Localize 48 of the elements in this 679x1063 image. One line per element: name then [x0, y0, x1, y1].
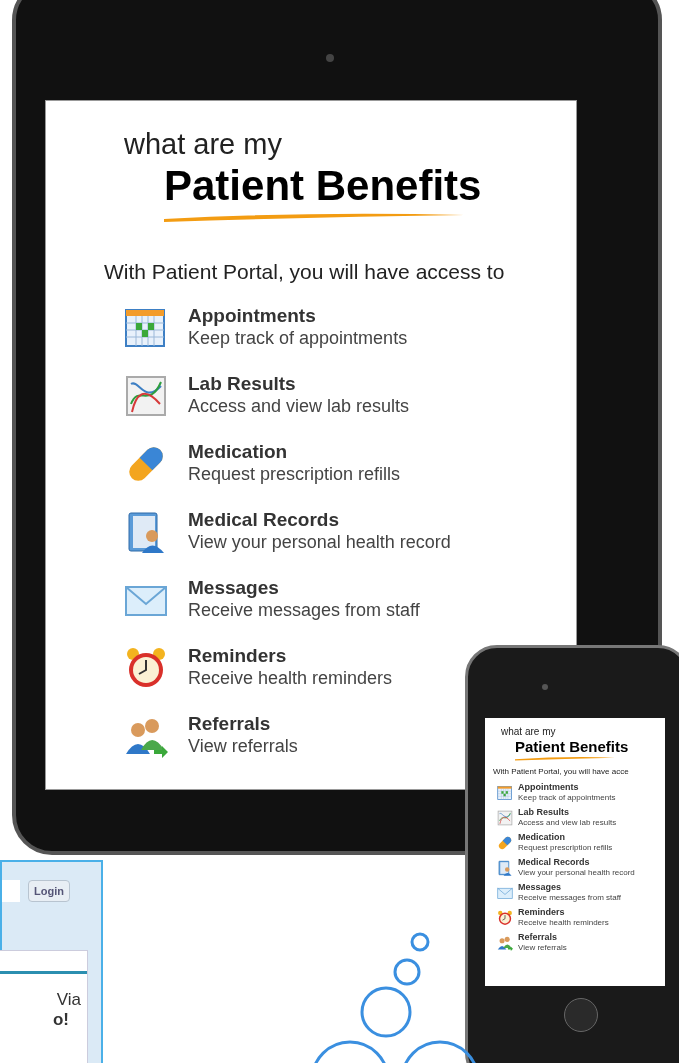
benefit-description: View your personal health record: [188, 531, 451, 554]
benefit-title: Medication: [188, 441, 289, 463]
benefit-title: Referrals: [188, 713, 272, 735]
intro-text: With Patient Portal, you will have acce: [493, 767, 630, 777]
page-title: Patient Benefits: [515, 738, 630, 756]
benefit-title: Medical Records: [518, 857, 591, 868]
two-people-icon: [497, 934, 513, 951]
benefit-title: Reminders: [518, 907, 566, 918]
benefit-title: Referrals: [518, 932, 559, 943]
benefit-title: Reminders: [188, 645, 288, 667]
benefit-title: Appointments: [518, 782, 580, 793]
benefit-description: Request prescription refills: [518, 843, 613, 853]
benefit-title: Lab Results: [518, 807, 570, 818]
heading-fragment: o!: [52, 1010, 69, 1030]
benefit-description: Receive messages from staff: [518, 893, 621, 903]
benefit-title: Messages: [518, 882, 563, 893]
benefit-description: Keep track of appointments: [188, 327, 408, 350]
benefit-description: Receive health reminders: [188, 667, 393, 690]
camera-icon: [542, 684, 548, 690]
kicker-text: what are my: [501, 726, 557, 738]
benefit-title: Lab Results: [188, 373, 297, 395]
benefit-title: Medical Records: [188, 509, 340, 531]
kicker-text: what are my: [124, 127, 283, 161]
benefit-description: Access and view lab results: [188, 395, 410, 418]
intro-text: With Patient Portal, you will have access to: [104, 259, 506, 285]
input-field[interactable]: [2, 880, 20, 902]
calendar-icon: [497, 784, 513, 801]
benefit-description: Receive health reminders: [518, 918, 609, 928]
alarm-clock-icon: [124, 645, 168, 690]
benefit-title: Messages: [188, 577, 280, 599]
alarm-clock-icon: [497, 909, 513, 926]
login-button[interactable]: Login: [28, 880, 70, 902]
benefit-description: Request prescription refills: [188, 463, 401, 486]
camera-icon: [326, 54, 334, 62]
page-title: Patient Benefits: [164, 161, 483, 211]
line-chart-icon: [497, 809, 513, 826]
benefit-description: Access and view lab results: [518, 818, 617, 828]
line-chart-icon: [124, 373, 168, 418]
benefit-description: Keep track of appointments: [518, 793, 616, 803]
home-button[interactable]: [564, 998, 598, 1032]
benefit-description: View referrals: [518, 943, 567, 953]
benefit-description: Receive messages from staff: [188, 599, 420, 622]
benefit-description: View your personal health record: [518, 868, 635, 878]
heading-fragment: Via: [56, 990, 81, 1010]
notebook-person-icon: [497, 859, 513, 876]
benefit-title: Appointments: [188, 305, 317, 327]
benefit-title: Medication: [518, 832, 566, 843]
benefit-description: View referrals: [188, 735, 298, 758]
